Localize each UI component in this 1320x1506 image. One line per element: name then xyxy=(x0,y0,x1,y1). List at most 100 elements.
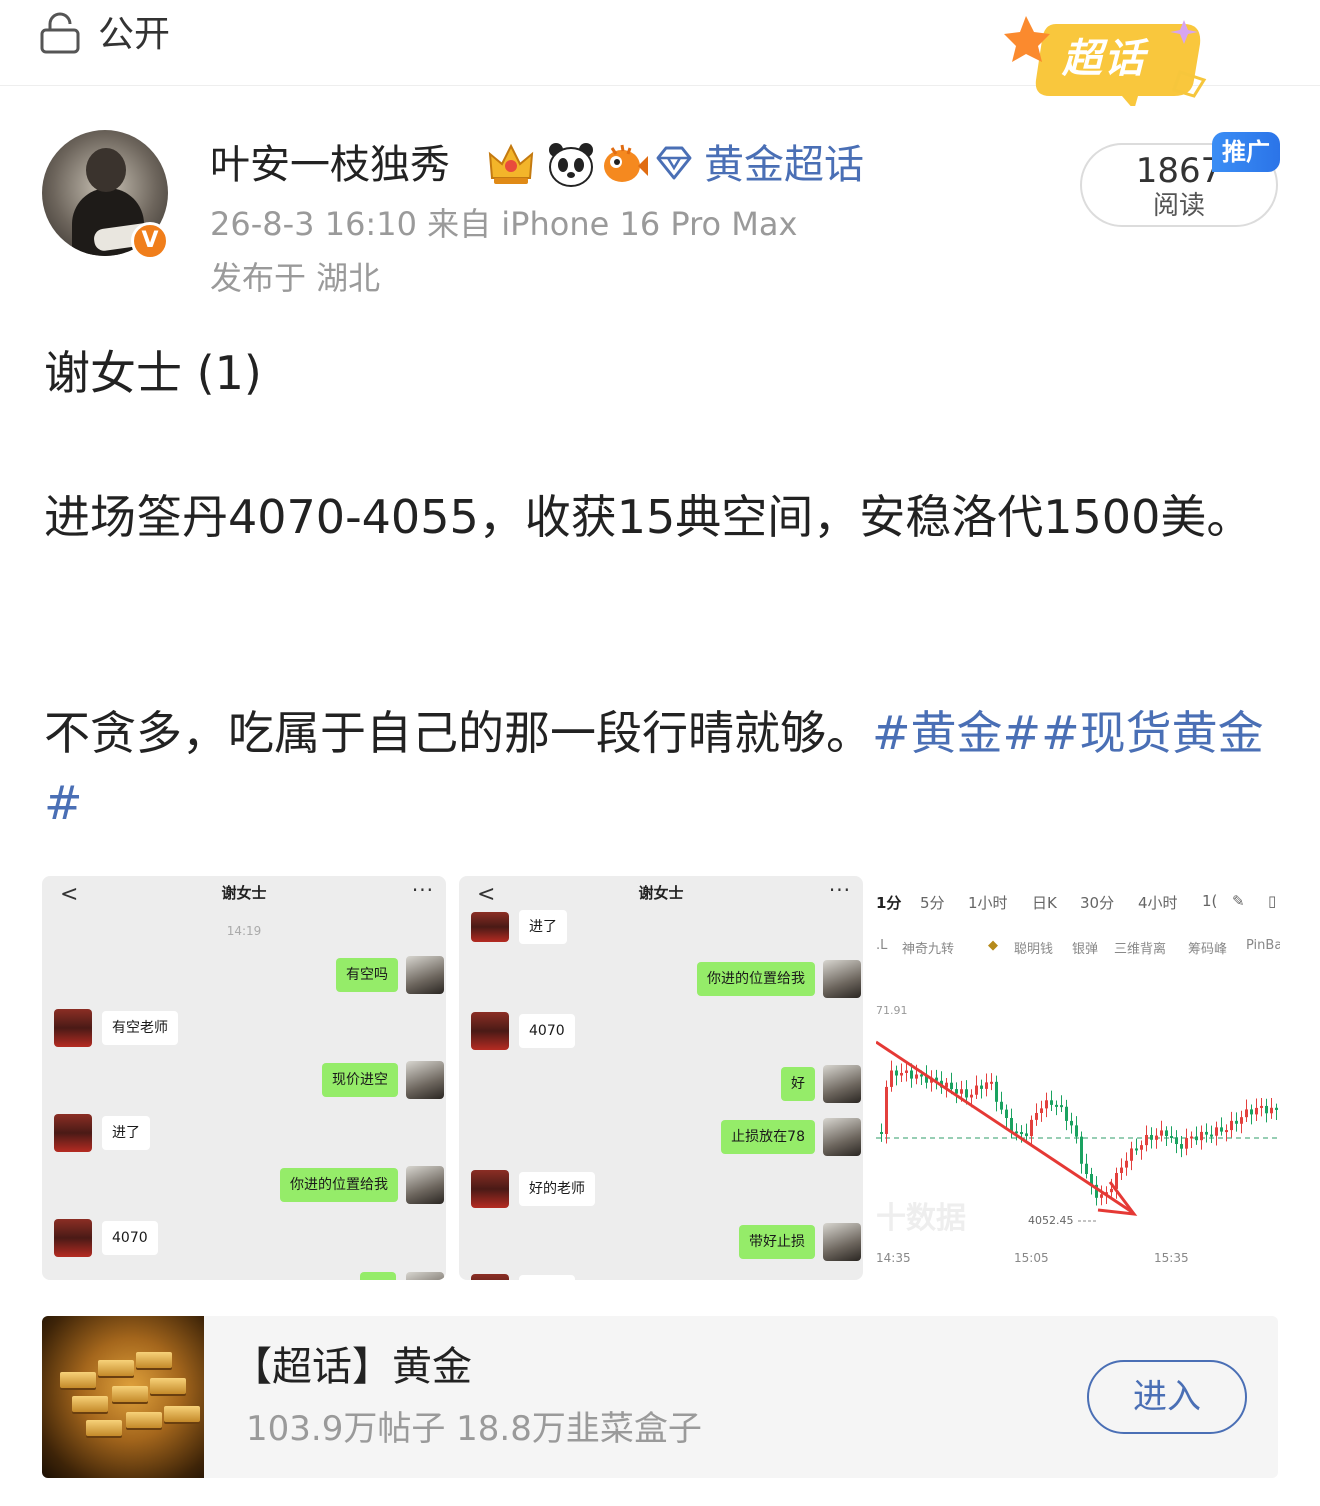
supertopic-badge-label: 超话 xyxy=(1062,36,1146,82)
lock-icon xyxy=(40,12,80,54)
supertopic-thumbnail xyxy=(42,1316,204,1478)
supertopic-badge[interactable]: 超话 xyxy=(1004,10,1214,110)
low-price-label: 4052.45 xyxy=(1028,1214,1074,1227)
candle xyxy=(1115,1172,1118,1189)
candle xyxy=(950,1082,953,1090)
gold-bar xyxy=(112,1386,148,1402)
candle xyxy=(880,1132,883,1134)
candle xyxy=(1100,1194,1103,1198)
watermark: 十数据 xyxy=(876,1201,966,1236)
candle xyxy=(1075,1125,1078,1137)
candle xyxy=(1250,1109,1253,1115)
candle xyxy=(1135,1148,1138,1151)
candle xyxy=(1060,1105,1063,1108)
chat-bubble-them-partial xyxy=(519,1275,575,1280)
post-location: 发布于 湖北 xyxy=(210,259,381,297)
chat-avatar-them xyxy=(471,1170,509,1208)
hashtag-gold[interactable]: #黄金# xyxy=(872,706,1041,760)
chat-bubble-them: 有空老师 xyxy=(102,1011,178,1045)
candlestick-chart: 71.91 十数据 4052.45 14:35 15:05 15:35 xyxy=(876,1004,1280,1265)
candle xyxy=(1030,1119,1033,1137)
chat-bubble-me: 好 xyxy=(781,1067,815,1101)
candle xyxy=(895,1070,898,1076)
gold-bar xyxy=(72,1396,108,1412)
candle xyxy=(1150,1134,1153,1140)
more-icon: ··· xyxy=(411,878,434,902)
chat-bubble-me: 你进的位置给我 xyxy=(697,962,815,996)
post-line-title: 谢女士 (1) xyxy=(44,346,262,400)
chat-avatar-them-partial xyxy=(471,1274,509,1280)
chat-bubble-me: 有空吗 xyxy=(336,958,398,992)
candle xyxy=(1240,1117,1243,1124)
chat-bubble-them: 4070 xyxy=(102,1221,158,1255)
crown-icon[interactable] xyxy=(486,140,536,188)
candle xyxy=(985,1082,988,1089)
chat-title: 谢女士 xyxy=(221,884,267,902)
avatar-figure-head xyxy=(86,148,126,192)
chat-bubble-me: 你进的位置给我 xyxy=(280,1168,398,1202)
chat-avatar-me xyxy=(406,1061,444,1099)
author-name[interactable]: 叶安一枝独秀 xyxy=(210,138,450,192)
chat-timestamp: 14:19 xyxy=(226,924,262,938)
enter-button[interactable]: 进入 xyxy=(1087,1360,1247,1434)
post-image-chat-1[interactable]: < 谢女士 ··· 14:19 有空吗 有空老师 现价进空 进了 你进的位置给我… xyxy=(42,876,446,1280)
candle xyxy=(1180,1144,1183,1149)
candle xyxy=(1195,1136,1198,1141)
supertopic-card[interactable]: 【超话】黄金 103.9万帖子 18.8万韭菜盒子 进入 xyxy=(42,1316,1278,1478)
candle xyxy=(1255,1107,1258,1115)
post-image-chat-2[interactable]: < 谢女士 ··· 进了 你进的位置给我 4070 好 止损放在78 好的老师 … xyxy=(459,876,863,1280)
candle xyxy=(960,1089,963,1094)
candle xyxy=(1220,1127,1223,1132)
candle xyxy=(1155,1135,1158,1140)
candle xyxy=(1010,1117,1013,1132)
chat-avatar-me xyxy=(823,960,861,998)
more-icon: ··· xyxy=(828,878,851,902)
chat-avatar-me xyxy=(406,1166,444,1204)
pufferfish-icon[interactable] xyxy=(598,140,648,188)
panda-icon[interactable] xyxy=(546,140,596,188)
candle xyxy=(905,1070,908,1073)
chat-avatar-them xyxy=(54,1114,92,1152)
candle xyxy=(890,1070,893,1087)
read-count-label: 阅读 xyxy=(1152,191,1205,221)
chat-avatar-me-partial xyxy=(406,1272,444,1280)
gold-bar xyxy=(86,1420,122,1436)
supertopic-stats: 103.9万帖子 18.8万韭菜盒子 xyxy=(246,1409,702,1449)
candle xyxy=(1210,1134,1213,1137)
candle xyxy=(1035,1112,1038,1120)
y-axis-label: 71.91 xyxy=(876,1004,908,1017)
candle xyxy=(1165,1130,1168,1137)
candle xyxy=(1070,1120,1073,1126)
chat-bubble-me: 止损放在78 xyxy=(721,1120,815,1154)
candle xyxy=(1175,1137,1178,1145)
supertopic-link[interactable]: 黄金超话 xyxy=(704,138,864,192)
candle xyxy=(1160,1130,1163,1136)
post-image-chart[interactable]: 1分 5分 1小时 日K 30分 4小时 1( ✎ ▯ .L 神奇九转 ◆ 聪明… xyxy=(876,876,1280,1280)
candle xyxy=(910,1070,913,1079)
candle xyxy=(1200,1131,1203,1141)
chat-avatar-them xyxy=(471,1012,509,1050)
candle xyxy=(915,1074,918,1079)
candle xyxy=(1265,1105,1268,1114)
supertopic-title: 【超话】黄金 xyxy=(232,1344,472,1390)
chat-title: 谢女士 xyxy=(638,884,684,902)
candle xyxy=(1005,1109,1008,1118)
candle xyxy=(1185,1138,1188,1149)
post-time-source: 26-8-3 16:10 来自 iPhone 16 Pro Max xyxy=(210,205,798,243)
chat-bubble-them: 进了 xyxy=(519,910,567,944)
chat-avatar-them xyxy=(54,1219,92,1257)
candle xyxy=(980,1085,983,1089)
candle xyxy=(1040,1108,1043,1113)
candle xyxy=(1025,1133,1028,1137)
diamond-icon xyxy=(654,140,704,188)
candle xyxy=(1215,1127,1218,1136)
gold-bar xyxy=(60,1372,96,1388)
candle xyxy=(1110,1188,1113,1193)
gold-bar xyxy=(126,1412,162,1428)
chat-avatar-them xyxy=(54,1009,92,1047)
visibility-label[interactable]: 公开 xyxy=(98,12,170,58)
candle xyxy=(1245,1109,1248,1118)
chat-bubble-them: 4070 xyxy=(519,1014,575,1048)
promo-tag: 推广 xyxy=(1212,132,1280,172)
candle xyxy=(1020,1132,1023,1135)
